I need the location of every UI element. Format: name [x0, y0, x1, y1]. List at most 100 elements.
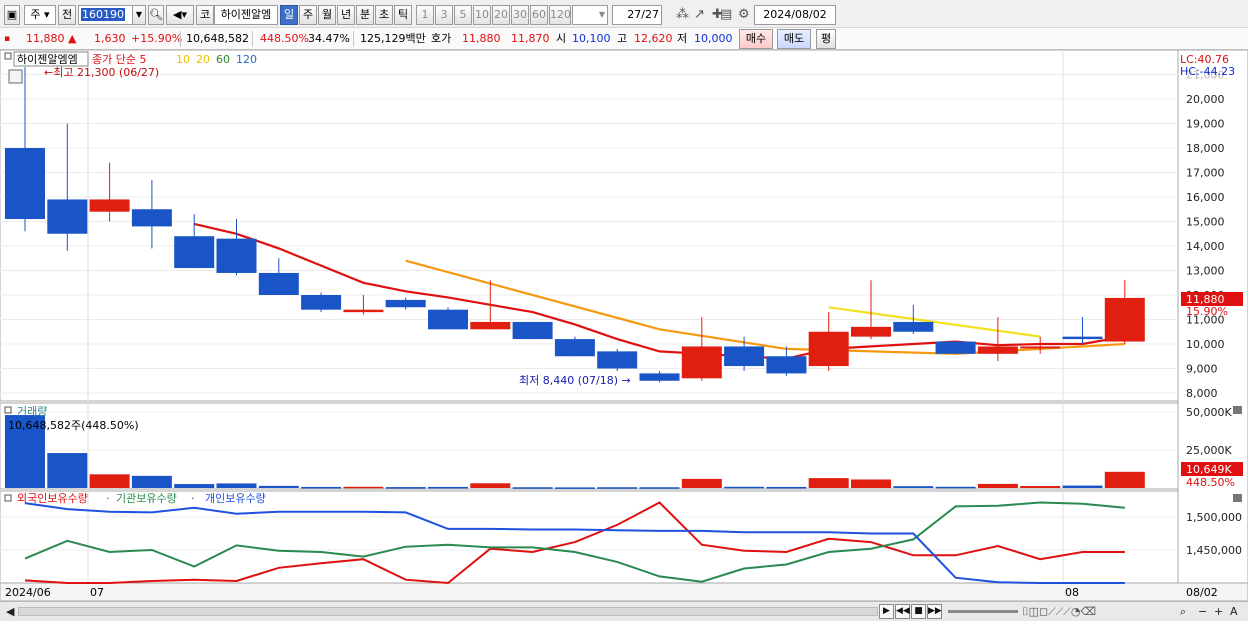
- candle-body: [5, 148, 45, 220]
- candle-body: [724, 346, 765, 367]
- hoga-label: 호가: [431, 32, 452, 45]
- chart-toolbar: ▣ 주 ▾ 전 160190 ▼ 🔍︎ ◀▾ 코 하이젠알엠 일 주 월 년 분…: [0, 0, 1248, 28]
- date-field[interactable]: 2024/08/02: [754, 5, 836, 25]
- interval-20[interactable]: 20: [492, 5, 510, 25]
- zoom-icon[interactable]: ⌕: [1180, 604, 1186, 619]
- volume-bar: [766, 486, 807, 489]
- holdings-close-icon[interactable]: [1233, 494, 1242, 502]
- stock-name-field[interactable]: 하이젠알엠: [214, 5, 278, 25]
- prev-button[interactable]: 전: [58, 5, 76, 25]
- speaker-icon[interactable]: ◀▾: [166, 5, 194, 25]
- turnover-rate: 34.47%: [308, 32, 350, 45]
- calendar-icon[interactable]: [8, 69, 23, 84]
- candle-body: [301, 295, 342, 310]
- period-day[interactable]: 일: [280, 5, 298, 25]
- candle-body: [470, 321, 511, 330]
- candle-body: [385, 299, 426, 308]
- volume-bar: [724, 486, 765, 489]
- high-annotation-text: 최고 21,300 (06/27): [53, 66, 159, 79]
- draw-icon[interactable]: ↗: [694, 6, 705, 24]
- period-month[interactable]: 월: [318, 5, 336, 25]
- interval-10[interactable]: 10: [473, 5, 491, 25]
- period-year[interactable]: 년: [337, 5, 355, 25]
- volume-bar: [851, 479, 891, 488]
- high-price: 12,620: [634, 32, 673, 45]
- period-week[interactable]: 주: [299, 5, 317, 25]
- font-size-icon[interactable]: A: [1230, 604, 1238, 619]
- period-tick[interactable]: 틱: [394, 5, 412, 25]
- market-label[interactable]: 코: [196, 5, 214, 25]
- volume-axis-label: 25,000K: [1186, 444, 1232, 457]
- gear-icon[interactable]: ⚙: [738, 6, 750, 24]
- chart-navigation-bar: ◀ ▶ ◀◀ ■ ▶▶ ⌷◫◻⟋⟋⟋◔⌫ ⌕ − + A: [0, 601, 1248, 621]
- nav-next-icon[interactable]: ▶: [879, 604, 894, 619]
- price-axis-label: 8,000: [1186, 387, 1218, 400]
- candle-body: [851, 326, 891, 337]
- tools-icon[interactable]: ⁂: [676, 6, 689, 24]
- volume-last-tag-text: 10,649K: [1186, 463, 1232, 476]
- price-axis-label: 14,000: [1186, 240, 1225, 253]
- interval-3[interactable]: 3: [435, 5, 453, 25]
- chart-area[interactable]: 21,000 20,000 19,000 18,000 17,000 16,000 15,0…: [0, 49, 1248, 602]
- interval-5[interactable]: 5: [454, 5, 472, 25]
- candle-body: [1062, 336, 1103, 340]
- candle-body: [174, 236, 215, 269]
- zoom-in-icon[interactable]: +: [1214, 604, 1223, 619]
- save-icon[interactable]: ▤: [720, 6, 732, 24]
- interval-custom-select[interactable]: ▼: [572, 5, 608, 25]
- price-axis-label: 16,000: [1186, 191, 1225, 204]
- sell-button[interactable]: 매도: [777, 29, 811, 49]
- zoom-slider[interactable]: [948, 610, 1018, 613]
- x-axis-right-label: 08/02: [1186, 586, 1218, 599]
- period-minute[interactable]: 분: [356, 5, 374, 25]
- volume-bar: [1020, 486, 1061, 488]
- candle-body: [935, 341, 976, 354]
- drawing-tools-icon[interactable]: ⌷◫◻⟋⟋⟋◔⌫: [1022, 604, 1096, 619]
- candle-body: [512, 321, 553, 340]
- nav-stop-icon[interactable]: ■: [911, 604, 926, 619]
- interval-30[interactable]: 30: [511, 5, 529, 25]
- nav-last-icon[interactable]: ▶▶: [927, 604, 942, 619]
- price-axis-label: 13,000: [1186, 265, 1225, 278]
- legend-ma60: 60: [216, 53, 230, 66]
- buy-button[interactable]: 매수: [739, 29, 773, 49]
- volume-close-icon[interactable]: [1233, 406, 1242, 414]
- code-dropdown-icon[interactable]: ▼: [132, 5, 146, 25]
- candle-body: [977, 346, 1018, 354]
- trade-amount: 125,129백만: [360, 32, 426, 45]
- open-label: 시: [556, 32, 567, 45]
- chart-svg[interactable]: 21,00020,00019,00018,00017,00016,00015,0…: [0, 49, 1248, 602]
- interval-120[interactable]: 120: [549, 5, 571, 25]
- volume-bar: [174, 484, 215, 488]
- data-count-field[interactable]: 27/27: [612, 5, 662, 25]
- candle-body: [89, 199, 130, 212]
- search-icon[interactable]: 🔍︎: [148, 5, 164, 25]
- volume-panel: [0, 402, 1179, 490]
- market-select[interactable]: 주 ▾: [24, 5, 56, 25]
- price-axis-label: 10,000: [1186, 338, 1225, 351]
- legend-foreign: 외국인보유수량: [17, 492, 88, 505]
- volume-axis-label: 50,000K: [1186, 406, 1232, 419]
- price-axis-label: 19,000: [1186, 118, 1225, 131]
- candle-body: [554, 339, 595, 357]
- volume-bar: [258, 485, 299, 488]
- price-axis-label: 17,000: [1186, 167, 1225, 180]
- candle-body: [639, 373, 680, 381]
- interval-60[interactable]: 60: [530, 5, 548, 25]
- x-label-jun: 2024/06: [5, 586, 51, 599]
- legend-ma120: 120: [236, 53, 257, 66]
- period-second[interactable]: 초: [375, 5, 393, 25]
- legend-sep-2: ·: [191, 492, 195, 505]
- volume-info: 10,648,582주(448.50%): [8, 419, 139, 432]
- window-menu-icon[interactable]: ▣: [4, 5, 20, 25]
- low-annotation: 최저 8,440 (07/18) →: [519, 374, 631, 387]
- zoom-out-icon[interactable]: −: [1198, 604, 1207, 619]
- horizontal-scrollbar[interactable]: [18, 607, 878, 616]
- volume-bar: [470, 483, 511, 488]
- average-button[interactable]: 평: [816, 29, 836, 49]
- legend-ma10: 10: [176, 53, 190, 66]
- interval-1[interactable]: 1: [416, 5, 434, 25]
- scroll-left-icon[interactable]: ◀: [6, 604, 14, 619]
- price-panel-title: 하이젠알엠엠: [17, 52, 78, 66]
- nav-first-icon[interactable]: ◀◀: [895, 604, 910, 619]
